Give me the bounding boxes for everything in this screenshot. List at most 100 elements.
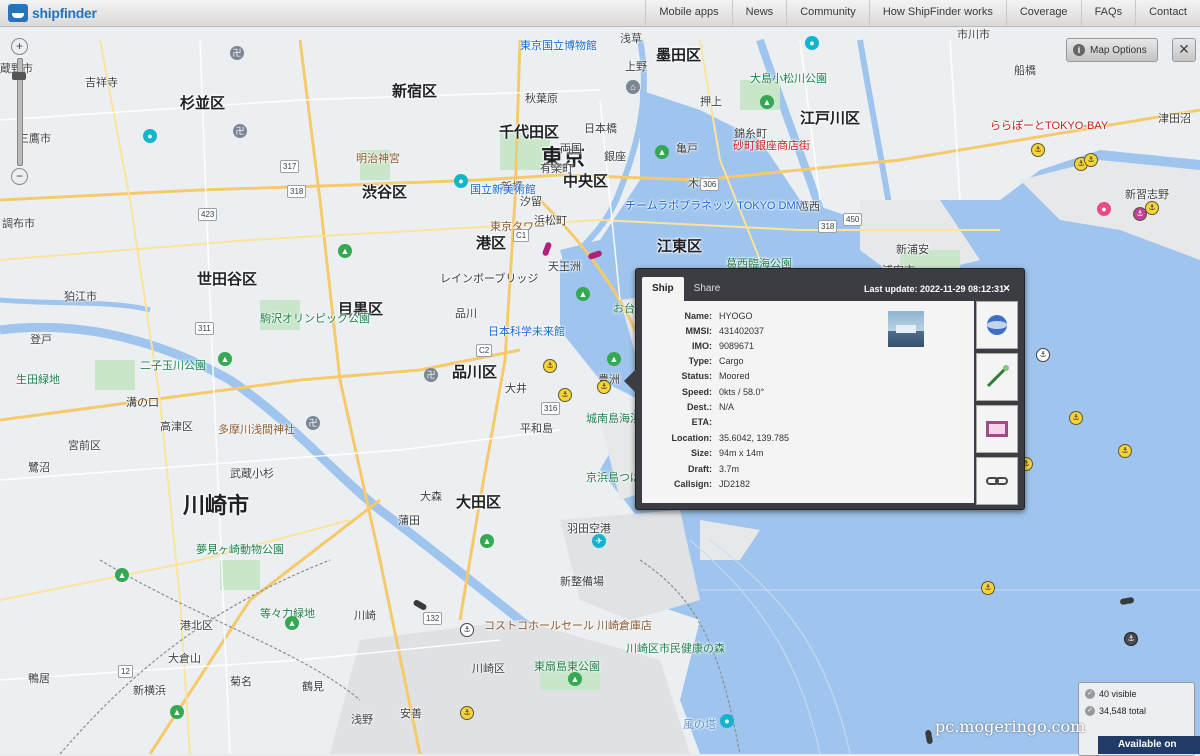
park-pin[interactable]: ▲: [115, 568, 129, 582]
vessel-marker[interactable]: ⚓: [1036, 348, 1050, 362]
track-ship-button[interactable]: [976, 301, 1018, 349]
park-pin[interactable]: ▲: [218, 352, 232, 366]
vessel-marker[interactable]: ⚓: [1124, 632, 1138, 646]
place-label: 鴨居: [28, 673, 50, 685]
detail-row: Dest.: N/A: [642, 402, 974, 417]
shrine-pin[interactable]: 卍: [424, 368, 438, 382]
attraction-pin[interactable]: ●: [454, 174, 468, 188]
detail-value: 94m x 14m: [719, 448, 764, 458]
place-label: レインボーブリッジ: [440, 273, 539, 285]
vessel-marker[interactable]: ⚓: [1069, 411, 1083, 425]
nav-coverage[interactable]: Coverage: [1005, 0, 1081, 26]
nav-faqs[interactable]: FAQs: [1080, 0, 1136, 26]
place-label: 明治神宮: [356, 153, 400, 165]
place-label: 大島小松川公園: [750, 73, 827, 85]
vessel-marker[interactable]: ⚓: [1084, 153, 1098, 167]
place-label: 両国: [560, 143, 582, 155]
detail-label: Speed:: [681, 387, 712, 397]
nav-community[interactable]: Community: [786, 0, 869, 26]
place-label: 生田緑地: [16, 374, 60, 386]
zoom-out-button[interactable]: −: [11, 168, 28, 185]
total-count-text: 34,548 total: [1099, 706, 1147, 716]
map-options-button[interactable]: i Map Options: [1066, 38, 1158, 62]
nav-how-it-works[interactable]: How ShipFinder works: [868, 0, 1006, 26]
place-label: 天王洲: [548, 261, 581, 273]
ship-photo-thumbnail[interactable]: [888, 311, 924, 347]
park-pin[interactable]: ▲: [576, 287, 590, 301]
last-update-text: Last update: 2022-11-29 08:12:31: [864, 284, 1005, 294]
attraction-pin[interactable]: ●: [805, 36, 819, 50]
nav-mobile-apps[interactable]: Mobile apps: [645, 0, 731, 26]
shrine-pin[interactable]: 卍: [233, 124, 247, 138]
attraction-pin[interactable]: ●: [143, 129, 157, 143]
museum-pin[interactable]: ⌂: [626, 80, 640, 94]
place-label: 大倉山: [168, 653, 201, 665]
tab-ship[interactable]: Ship: [642, 277, 684, 301]
tab-share[interactable]: Share: [684, 277, 731, 301]
shrine-pin[interactable]: 卍: [230, 46, 244, 60]
ship-photos-button[interactable]: [976, 405, 1018, 453]
nav-contact[interactable]: Contact: [1135, 0, 1200, 26]
park-pin[interactable]: ▲: [338, 244, 352, 258]
popup-close-button[interactable]: ×: [1003, 281, 1010, 295]
vessel-marker[interactable]: ⚓: [981, 581, 995, 595]
park-pin[interactable]: ▲: [285, 616, 299, 630]
attraction-pin[interactable]: ●: [720, 714, 734, 728]
shrine-pin[interactable]: 卍: [306, 416, 320, 430]
place-label: 港北区: [180, 620, 213, 632]
park-pin[interactable]: ▲: [170, 705, 184, 719]
close-options-button[interactable]: ✕: [1172, 38, 1196, 62]
vessel-marker[interactable]: ⚓: [1145, 201, 1159, 215]
ward-label: 新宿区: [392, 83, 438, 100]
detail-row: Type: Cargo: [642, 356, 974, 371]
detail-label: Location:: [671, 433, 713, 443]
shopping-pin[interactable]: ●: [1097, 202, 1111, 216]
vessel-marker[interactable]: ⚓: [1133, 207, 1147, 221]
shipfinder-logo[interactable]: shipfinder: [8, 3, 97, 23]
zoom-slider-handle[interactable]: [12, 72, 26, 80]
detail-label: IMO:: [692, 341, 712, 351]
vessel-marker[interactable]: ⚓: [597, 380, 611, 394]
vessel-marker[interactable]: ⚓: [460, 706, 474, 720]
park-pin[interactable]: ▲: [760, 95, 774, 109]
ward-label: 品川区: [452, 364, 498, 381]
ward-label: 渋谷区: [362, 184, 408, 201]
route-shield: 423: [198, 208, 218, 221]
place-label: 溝の口: [126, 397, 159, 409]
vessel-marker[interactable]: ⚓: [558, 388, 572, 402]
vessel-marker[interactable]: ⚓: [543, 359, 557, 373]
nav-news[interactable]: News: [731, 0, 787, 26]
vessel-marker[interactable]: ⚓: [460, 623, 474, 637]
vessel-marker[interactable]: ⚓: [1031, 143, 1045, 157]
place-label: 川崎: [354, 610, 376, 622]
link-button[interactable]: [976, 457, 1018, 505]
detail-value: 3.7m: [719, 464, 740, 474]
place-label: 船橋: [1014, 65, 1036, 77]
route-history-button[interactable]: [976, 353, 1018, 401]
vessel-marker[interactable]: ⚓: [1118, 444, 1132, 458]
route-shield: 450: [843, 213, 863, 226]
map-options-label: Map Options: [1090, 44, 1147, 56]
park-pin[interactable]: ▲: [480, 534, 494, 548]
available-on-badge[interactable]: Available on: [1098, 736, 1200, 754]
park-pin[interactable]: ▲: [655, 145, 669, 159]
total-count: ✓ 34,548 total: [1085, 706, 1146, 716]
route-shield: 311: [195, 322, 214, 335]
airport-pin[interactable]: ✈: [592, 534, 606, 548]
visible-count-text: 40 visible: [1099, 689, 1137, 699]
park-pin[interactable]: ▲: [568, 672, 582, 686]
park-pin[interactable]: ▲: [607, 352, 621, 366]
place-label: 夢見ヶ崎動物公園: [196, 544, 284, 556]
place-label: 菊名: [230, 676, 252, 688]
route-shield: 317: [280, 160, 300, 173]
place-label: 武蔵小杉: [230, 468, 274, 480]
detail-value: Cargo: [719, 356, 744, 366]
place-label: 蒲田: [398, 515, 420, 527]
place-label: チームラボプラネッツ TOKYO DMM: [625, 200, 805, 212]
detail-label: Draft:: [688, 464, 712, 474]
place-label: 平和島: [520, 423, 553, 435]
zoom-in-button[interactable]: +: [11, 38, 28, 55]
detail-label: Dest.:: [686, 402, 712, 412]
route-shield: 316: [541, 402, 561, 415]
route-shield: 12: [118, 665, 133, 678]
